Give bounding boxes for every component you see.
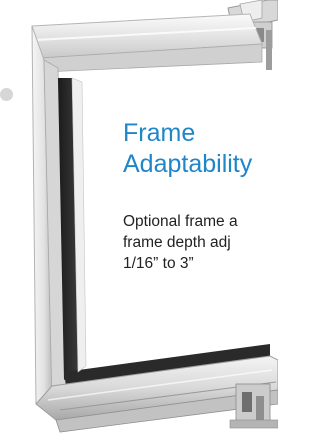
feature-description-line-1: Optional frame a bbox=[123, 213, 238, 230]
feature-title-line-2: Adaptability bbox=[123, 150, 253, 178]
feature-panel: Frame Adaptability Optional frame a fram… bbox=[0, 0, 278, 440]
feature-description-line-3: 1/16” to 3” bbox=[123, 255, 194, 272]
feature-title: Frame Adaptability bbox=[123, 118, 252, 180]
bullet-dot-icon bbox=[0, 88, 13, 101]
feature-title-line-1: Frame bbox=[123, 119, 196, 147]
feature-description-line-2: frame depth adj bbox=[123, 234, 231, 251]
feature-description: Optional frame a frame depth adj 1/16” t… bbox=[123, 211, 238, 274]
